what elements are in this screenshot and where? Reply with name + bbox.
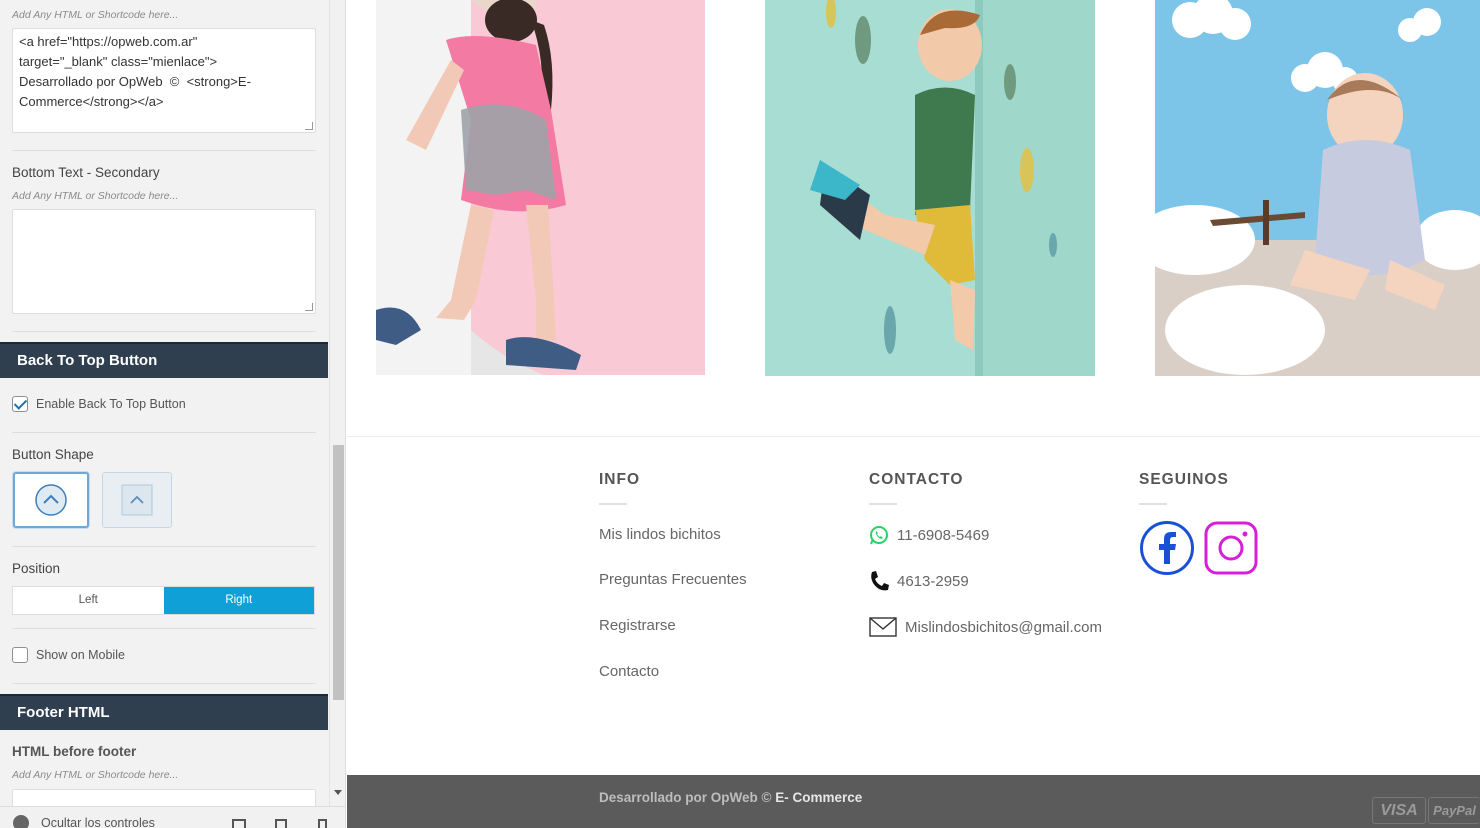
- whatsapp-icon: [870, 526, 888, 545]
- copyright-brand: E- Commerce: [775, 790, 863, 805]
- button-shape-label: Button Shape: [12, 447, 94, 462]
- product-photo-baby[interactable]: [1155, 0, 1480, 376]
- site-preview: INFO Mis lindos bichitos Preguntas Frecu…: [347, 0, 1480, 828]
- show-on-mobile-label: Show on Mobile: [36, 648, 125, 662]
- enable-back-to-top-row[interactable]: Enable Back To Top Button: [12, 396, 186, 412]
- shape-square-option[interactable]: [102, 472, 172, 528]
- email-contact[interactable]: Mislindosbichitos@gmail.com: [869, 617, 1102, 637]
- title-underline: [869, 503, 897, 505]
- help-text: Add Any HTML or Shortcode here...: [12, 769, 179, 781]
- whatsapp-number: 11-6908-5469: [897, 526, 990, 544]
- show-on-mobile-checkbox[interactable]: [12, 647, 28, 663]
- divider: [12, 546, 316, 547]
- resize-handle[interactable]: [305, 303, 313, 311]
- footer-link[interactable]: Mis lindos bichitos: [599, 526, 721, 543]
- show-on-mobile-row[interactable]: Show on Mobile: [12, 647, 125, 663]
- baby-image: [1155, 0, 1480, 376]
- hide-controls-button[interactable]: Ocultar los controles: [13, 815, 155, 828]
- phone-number: 4613-2959: [897, 572, 969, 590]
- divider: [12, 683, 316, 684]
- bottom-text-secondary-textarea[interactable]: [12, 209, 316, 314]
- resize-handle[interactable]: [305, 122, 313, 130]
- bottom-text-secondary-label: Bottom Text - Secondary: [12, 165, 160, 180]
- position-left-button[interactable]: Left: [13, 587, 164, 614]
- desktop-preview-icon[interactable]: [232, 819, 246, 828]
- scroll-down-arrow[interactable]: [334, 790, 342, 795]
- email-address: Mislindosbichitos@gmail.com: [905, 618, 1102, 636]
- footer-bottom-bar: Desarrollado por OpWeb © E- Commerce VIS…: [347, 775, 1480, 828]
- scrollbar-thumb[interactable]: [333, 445, 344, 700]
- back-to-top-section-heading: Back To Top Button: [0, 342, 328, 378]
- footer-html-section-heading: Footer HTML: [0, 694, 328, 730]
- position-right-button[interactable]: Right: [163, 587, 314, 614]
- enable-back-to-top-label: Enable Back To Top Button: [36, 397, 186, 411]
- position-toggle: Left Right: [12, 586, 315, 615]
- footer-divider: [347, 436, 1480, 437]
- footer-link[interactable]: Contacto: [599, 663, 659, 680]
- sidebar-scrollbar[interactable]: [329, 0, 345, 828]
- tablet-preview-icon[interactable]: [275, 819, 287, 828]
- girl-image: [376, 0, 705, 375]
- help-text: Add Any HTML or Shortcode here...: [12, 190, 179, 202]
- phone-icon: [871, 571, 889, 591]
- footer-link[interactable]: Registrarse: [599, 617, 676, 634]
- divider: [12, 432, 316, 433]
- whatsapp-contact[interactable]: 11-6908-5469: [869, 525, 989, 545]
- instagram-icon[interactable]: [1204, 521, 1258, 575]
- bottom-text-primary-textarea[interactable]: <a href="https://opweb.com.ar" target="_…: [12, 28, 316, 133]
- product-photo-girl[interactable]: [376, 0, 705, 375]
- collapse-icon: [13, 815, 29, 828]
- html-before-footer-label: HTML before footer: [12, 744, 137, 759]
- bottom-text-primary-value: <a href="https://opweb.com.ar" target="_…: [19, 34, 251, 109]
- title-underline: [599, 503, 627, 505]
- customizer-footer: Ocultar los controles: [0, 806, 345, 828]
- boy-image: [765, 0, 1095, 376]
- copyright-link[interactable]: Desarrollado por OpWeb © E- Commerce: [599, 790, 862, 805]
- facebook-icon[interactable]: [1139, 520, 1195, 576]
- chevron-up-circle-icon: [35, 484, 67, 516]
- envelope-icon: [869, 617, 897, 637]
- footer-link[interactable]: Preguntas Frecuentes: [599, 571, 747, 588]
- position-label: Position: [12, 561, 61, 576]
- visa-icon: VISA: [1372, 797, 1426, 824]
- divider: [12, 150, 316, 151]
- product-photo-boy[interactable]: [765, 0, 1095, 376]
- social-title: SEGUINOS: [1139, 471, 1229, 488]
- phone-contact[interactable]: 4613-2959: [869, 570, 969, 592]
- copyright-prefix: Desarrollado por OpWeb ©: [599, 790, 776, 805]
- divider: [12, 628, 316, 629]
- title-underline: [1139, 503, 1167, 505]
- contact-title: CONTACTO: [869, 471, 964, 488]
- hide-controls-label: Ocultar los controles: [41, 816, 155, 828]
- paypal-icon: PayPal: [1428, 797, 1480, 824]
- chevron-up-square-icon: [121, 484, 153, 516]
- shape-circle-option[interactable]: [13, 472, 89, 528]
- info-title: INFO: [599, 471, 641, 488]
- help-text: Add Any HTML or Shortcode here...: [12, 9, 179, 21]
- enable-back-to-top-checkbox[interactable]: [12, 396, 28, 412]
- mobile-preview-icon[interactable]: [318, 819, 327, 828]
- divider: [12, 331, 316, 332]
- customizer-sidebar: Add Any HTML or Shortcode here... <a hre…: [0, 0, 346, 828]
